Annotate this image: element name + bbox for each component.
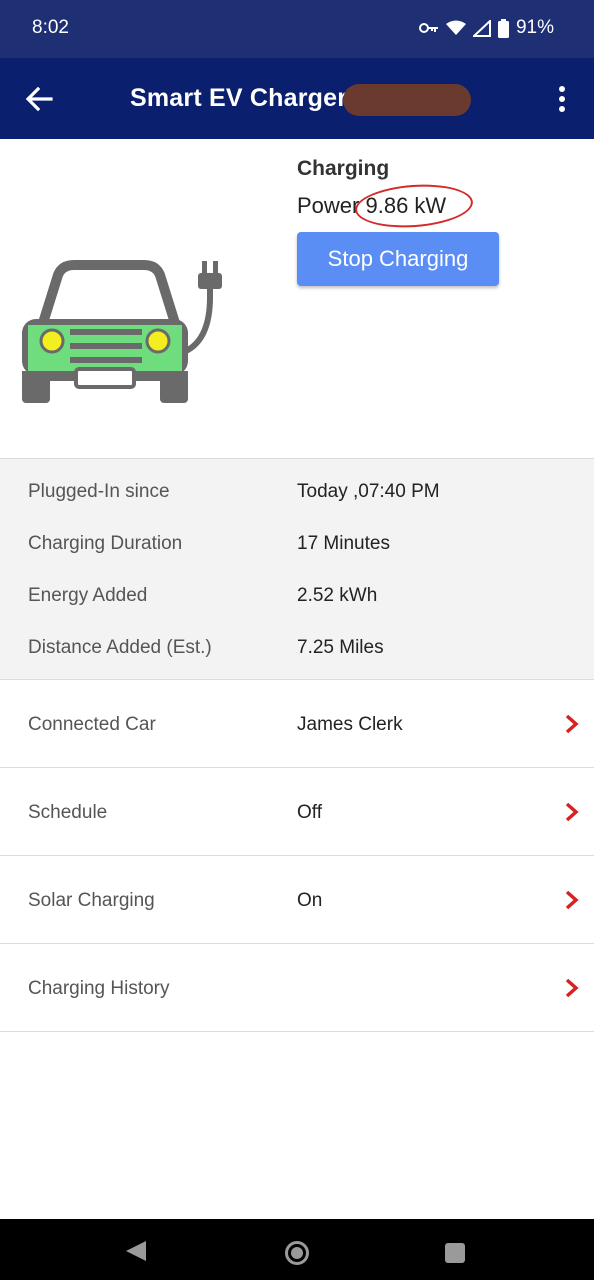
nav-item-solar-charging[interactable]: Solar Charging On — [0, 856, 594, 944]
info-value: 17 Minutes — [297, 533, 390, 554]
battery-icon — [497, 18, 509, 38]
chevron-right-icon — [565, 714, 579, 734]
power-label: Power — [297, 193, 360, 218]
info-row: Charging Duration 17 Minutes — [0, 511, 594, 563]
system-nav-bar — [0, 1219, 594, 1280]
charging-info: Plugged-In since Today ,07:40 PM Chargin… — [0, 458, 594, 680]
nav-item-schedule[interactable]: Schedule Off — [0, 768, 594, 856]
signal-icon — [472, 19, 491, 37]
home-icon[interactable] — [284, 1240, 310, 1266]
charging-status: Charging — [297, 157, 390, 180]
stop-charging-button[interactable]: Stop Charging — [297, 232, 499, 286]
info-row: Distance Added (Est.) 7.25 Miles — [0, 615, 594, 667]
back-icon[interactable] — [124, 1239, 148, 1263]
arrow-left-icon[interactable] — [24, 85, 54, 113]
more-vert-icon[interactable] — [552, 84, 572, 114]
system-icons: 91% — [418, 17, 554, 39]
nav-item-label: Schedule — [28, 802, 108, 823]
annotation-circle — [353, 180, 475, 232]
info-value: 2.52 kWh — [297, 585, 378, 606]
chevron-right-icon — [565, 890, 579, 910]
chevron-right-icon — [565, 978, 579, 998]
nav-item-label: Solar Charging — [28, 890, 155, 911]
wifi-icon — [445, 20, 466, 35]
vpn-key-icon — [418, 23, 438, 33]
page-title: Smart EV Charger — [130, 84, 348, 112]
info-row: Plugged-In since Today ,07:40 PM — [0, 459, 594, 511]
nav-item-label: Connected Car — [28, 714, 156, 735]
info-label: Charging Duration — [28, 533, 183, 554]
nav-item-value: Off — [297, 802, 322, 823]
nav-item-charging-history[interactable]: Charging History — [0, 944, 594, 1032]
recents-icon[interactable] — [444, 1242, 466, 1264]
info-row: Energy Added 2.52 kWh — [0, 563, 594, 615]
info-label: Energy Added — [28, 585, 148, 606]
info-label: Plugged-In since — [28, 481, 170, 502]
nav-item-value: On — [297, 890, 323, 911]
battery-percent: 91% — [515, 17, 554, 38]
nav-item-value: James Clerk — [297, 714, 403, 735]
nav-item-label: Charging History — [28, 978, 170, 999]
app-bar: Smart EV Charger — [0, 58, 594, 139]
info-value: Today ,07:40 PM — [297, 481, 440, 502]
car-charging-icon — [22, 260, 222, 403]
power-readout: Power 9.86 kW — [297, 180, 475, 232]
info-label: Distance Added (Est.) — [28, 637, 212, 658]
status-bar: 8:02 91% — [0, 0, 594, 58]
nav-item-connected-car[interactable]: Connected Car James Clerk — [0, 680, 594, 768]
charger-hero: Charging Power 9.86 kW Stop Charging — [0, 139, 594, 458]
status-time: 8:02 — [32, 17, 69, 38]
redacted-mark — [343, 84, 471, 116]
chevron-right-icon — [565, 802, 579, 822]
info-value: 7.25 Miles — [297, 637, 384, 658]
